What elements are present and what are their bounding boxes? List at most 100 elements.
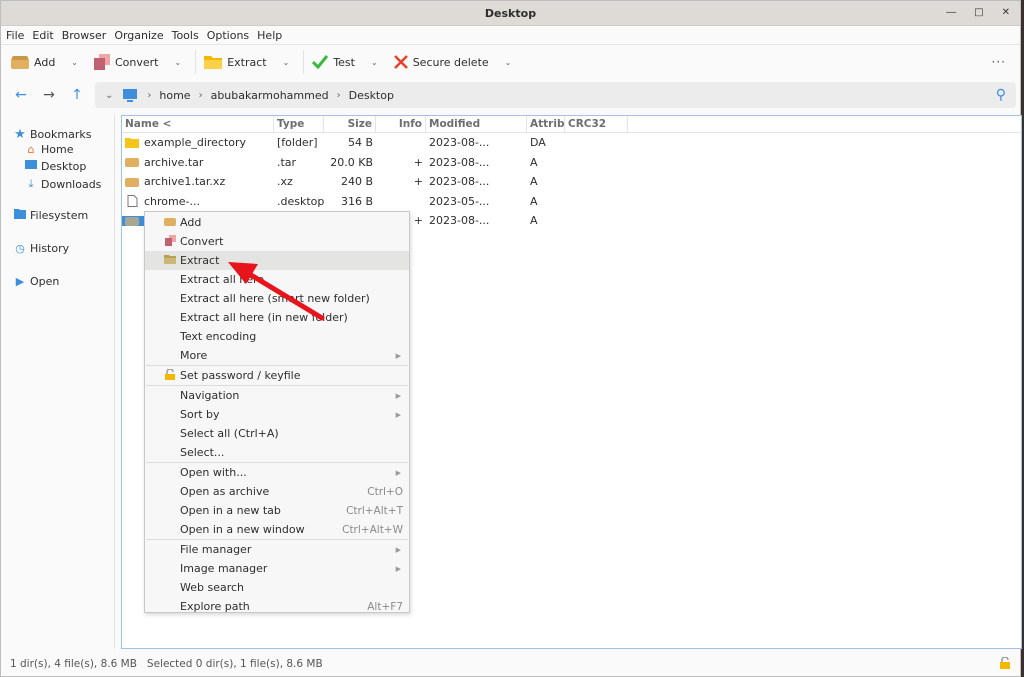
add-button[interactable]: Add [9,49,57,75]
submenu-arrow-icon: ▶ [395,545,401,554]
navigation-bar: ← → ↑ ⌄ › home › abubakarmohammed › Desk… [1,79,1020,111]
breadcrumb-user[interactable]: abubakarmohammed [211,89,329,102]
unlock-icon [163,367,177,383]
menu-bar: File Edit Browser Organize Tools Options… [1,26,1020,45]
submenu-arrow-icon: ▶ [395,468,401,477]
home-icon: ⌂ [27,143,35,156]
checkmark-icon [312,55,329,69]
menu-options[interactable]: Options [207,29,249,42]
menu-item-extract[interactable]: Extract [145,251,409,270]
convert-button[interactable]: Convert [92,49,161,75]
forward-button[interactable]: → [35,87,63,103]
context-menu: Add Convert Extract Extract all here Ext… [144,211,410,613]
path-bar[interactable]: ⌄ › home › abubakarmohammed › Desktop ⚲ [95,82,1016,108]
menu-organize[interactable]: Organize [114,29,163,42]
menu-tools[interactable]: Tools [172,29,199,42]
menu-browser[interactable]: Browser [62,29,107,42]
unlock-icon[interactable] [1000,657,1010,669]
extract-button[interactable]: Extract [202,49,268,75]
more-options-button[interactable]: ··· [992,55,1006,69]
title-bar: Desktop ― □ ✕ [1,1,1020,26]
menu-item-image-manager[interactable]: Image manager ▶ [145,559,409,578]
chevron-right-icon: › [336,89,341,101]
menu-item-add[interactable]: Add [145,213,409,232]
submenu-arrow-icon: ▶ [395,351,401,360]
table-row[interactable]: archive.tar .tar 20.0 KB + 2023-08-... A [122,153,1021,173]
menu-file[interactable]: File [6,29,24,42]
search-icon[interactable]: ⚲ [996,87,1006,103]
column-name[interactable]: Name < [122,116,274,132]
sidebar: ★ Bookmarks ⌂ Home Desktop ⤓ Downloads F… [1,115,115,649]
menu-edit[interactable]: Edit [32,29,53,42]
table-row[interactable]: chrome-... .desktop 316 B 2023-05-... A [122,192,1021,212]
menu-item-web-search[interactable]: Web search [145,578,409,597]
test-dropdown[interactable]: ⌄ [371,58,378,67]
add-dropdown[interactable]: ⌄ [71,58,78,67]
chevron-right-icon: › [147,89,152,101]
secure-delete-button[interactable]: Secure delete [392,49,491,75]
archive-icon [125,177,139,187]
sidebar-item-bookmarks[interactable]: ★ Bookmarks [13,127,91,142]
column-type[interactable]: Type [274,116,324,132]
convert-icon [163,234,177,249]
sidebar-item-history[interactable]: ◷ History [13,242,69,255]
menu-help[interactable]: Help [257,29,282,42]
folder-icon [13,209,27,222]
minimize-button[interactable]: ― [946,7,956,18]
archive-icon [125,216,139,226]
maximize-button[interactable]: □ [974,7,983,18]
menu-item-extract-new-folder[interactable]: Extract all here (in new folder) [145,308,409,327]
close-button[interactable]: ✕ [1002,7,1010,18]
sidebar-item-downloads[interactable]: ⤓ Downloads [24,177,102,191]
toolbar-separator [303,50,305,74]
path-history-dropdown[interactable]: ⌄ [105,90,113,101]
column-attributes[interactable]: Attribu [527,116,565,132]
sidebar-item-open[interactable]: ▶ Open [13,275,60,288]
file-icon [127,195,138,208]
convert-dropdown[interactable]: ⌄ [175,58,182,67]
delete-x-icon [393,55,408,69]
convert-icon [94,54,110,70]
table-row[interactable]: example_directory [folder] 54 B 2023-08-… [122,133,1021,153]
menu-item-select[interactable]: Select... [145,443,409,462]
menu-item-sort-by[interactable]: Sort by ▶ [145,405,409,424]
menu-item-open-new-window[interactable]: Open in a new window Ctrl+Alt+W [145,520,409,539]
breadcrumb-desktop[interactable]: Desktop [349,89,394,102]
status-bar: 1 dir(s), 4 file(s), 8.6 MB Selected 0 d… [1,653,1022,675]
menu-item-open-as-archive[interactable]: Open as archive Ctrl+O [145,482,409,501]
menu-item-convert[interactable]: Convert [145,232,409,251]
menu-item-open-with[interactable]: Open with... ▶ [145,463,409,482]
column-headers: Name < Type Size Info Modified Attribu C… [122,116,1021,133]
desktop-icon [24,160,38,173]
column-size[interactable]: Size [324,116,376,132]
sidebar-item-filesystem[interactable]: Filesystem [13,209,88,222]
menu-item-set-password[interactable]: Set password / keyfile [145,366,409,385]
table-row[interactable]: archive1.tar.xz .xz 240 B + 2023-08-... … [122,172,1021,192]
archive-icon [125,158,139,168]
folder-extract-icon [163,254,177,267]
star-icon: ★ [14,127,26,142]
menu-item-extract-smart[interactable]: Extract all here (smart new folder) [145,289,409,308]
column-modified[interactable]: Modified [426,116,527,132]
secure-delete-dropdown[interactable]: ⌄ [505,58,512,67]
menu-item-more[interactable]: More ▶ [145,346,409,365]
breadcrumb-home[interactable]: home [159,89,190,102]
extract-dropdown[interactable]: ⌄ [283,58,290,67]
archive-icon [163,216,177,229]
play-icon: ▶ [15,275,25,288]
menu-item-explore-path[interactable]: Explore path Alt+F7 [145,597,409,616]
column-crc32[interactable]: CRC32 [565,116,628,132]
menu-item-navigation[interactable]: Navigation ▶ [145,386,409,405]
up-button[interactable]: ↑ [63,87,91,103]
sidebar-item-desktop[interactable]: Desktop [24,160,86,173]
computer-icon[interactable] [123,88,138,102]
sidebar-item-home[interactable]: ⌂ Home [24,143,74,156]
menu-item-file-manager[interactable]: File manager ▶ [145,540,409,559]
menu-item-extract-all-here[interactable]: Extract all here [145,270,409,289]
back-button[interactable]: ← [7,87,35,103]
test-button[interactable]: Test [310,49,357,75]
column-info[interactable]: Info [376,116,426,132]
menu-item-text-encoding[interactable]: Text encoding [145,327,409,346]
menu-item-open-new-tab[interactable]: Open in a new tab Ctrl+Alt+T [145,501,409,520]
menu-item-select-all[interactable]: Select all (Ctrl+A) [145,424,409,443]
